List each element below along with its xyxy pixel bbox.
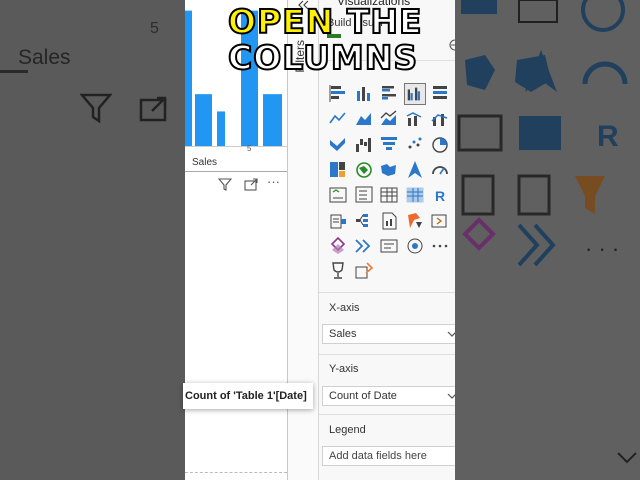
power-apps-icon[interactable]: [404, 210, 426, 232]
x-axis-field-value: Sales: [329, 328, 357, 340]
chevron-down-icon[interactable]: [447, 392, 455, 400]
legend-placeholder: Add data fields here: [329, 450, 427, 462]
stacked-bar-chart-icon[interactable]: [327, 83, 349, 105]
filled-map-icon[interactable]: [378, 159, 400, 181]
background-left: 5 Sales: [0, 0, 185, 480]
ribbon-chart-icon[interactable]: [327, 134, 349, 156]
more-options-icon[interactable]: ···: [267, 174, 280, 189]
focus-mode-icon[interactable]: [244, 178, 259, 191]
caption-line2: COLUMNS: [227, 38, 419, 77]
x-axis-field[interactable]: Sales: [322, 324, 455, 344]
stacked-column-chart-icon[interactable]: [353, 83, 375, 105]
svg-text:· · ·: · · ·: [585, 236, 619, 261]
treemap-icon[interactable]: [327, 159, 349, 181]
x-axis-label: X-axis: [329, 302, 360, 314]
paginated-report-icon[interactable]: [378, 210, 400, 232]
bg-underline: [0, 70, 28, 73]
kpi-icon[interactable]: [327, 184, 349, 206]
svg-text:R: R: [597, 120, 619, 153]
bg-chevron-down-icon: [617, 452, 637, 464]
clustered-column-chart-icon[interactable]: [403, 83, 426, 105]
stacked-area-chart-icon[interactable]: [378, 108, 400, 130]
bg-sales-label: Sales: [18, 46, 71, 69]
caption-line1: THE: [334, 2, 423, 41]
azure-map-icon[interactable]: [404, 159, 426, 181]
canvas-dashed-border: [185, 472, 287, 473]
section-divider: [319, 414, 455, 415]
y-axis-field-value: Count of Date: [329, 390, 397, 402]
clustered-bar-chart-icon[interactable]: [378, 83, 400, 105]
chart-bar[interactable]: [217, 111, 225, 146]
chevron-down-icon[interactable]: [447, 330, 455, 338]
r-visual-icon[interactable]: R: [429, 184, 451, 206]
smart-narrative-icon[interactable]: [327, 210, 349, 232]
matrix-icon[interactable]: [404, 184, 426, 206]
x-axis-tick: 5: [247, 144, 252, 153]
caption-highlight: OPEN: [227, 2, 335, 41]
qa-icon[interactable]: [353, 235, 375, 257]
more-visuals-icon[interactable]: [429, 235, 451, 257]
video-caption: OPEN THE COLUMNS: [227, 2, 423, 77]
y-axis-field[interactable]: Count of Date: [322, 386, 455, 406]
visual-bottom-border: [185, 171, 287, 172]
line-clustered-column-chart-icon[interactable]: [429, 108, 451, 130]
background-right: R · · ·: [455, 0, 640, 480]
fields-divider: [319, 292, 455, 293]
waterfall-chart-icon[interactable]: [353, 134, 375, 156]
funnel-chart-icon[interactable]: [378, 134, 400, 156]
trophy-icon[interactable]: [327, 260, 349, 282]
100-stacked-bar-chart-icon[interactable]: [429, 83, 451, 105]
svg-text:R: R: [435, 188, 445, 204]
legend-label: Legend: [329, 424, 366, 436]
drag-tooltip: Count of 'Table 1'[Date]: [183, 383, 313, 409]
chart-bar[interactable]: [263, 94, 282, 146]
chart-baseline: [185, 146, 287, 147]
chart-bar[interactable]: [195, 94, 212, 146]
bg-focus-icon: [139, 96, 167, 122]
filter-icon[interactable]: [218, 178, 232, 191]
map-icon[interactable]: [353, 159, 375, 181]
key-influencers-icon[interactable]: [327, 235, 349, 257]
narrative-icon[interactable]: [378, 235, 400, 257]
format-visual-icon[interactable]: [448, 38, 455, 52]
table-icon[interactable]: [378, 184, 400, 206]
power-automate-icon[interactable]: [429, 210, 451, 232]
gauge-icon[interactable]: [429, 159, 451, 181]
decomposition-tree-icon[interactable]: [353, 210, 375, 232]
pie-chart-icon[interactable]: [429, 134, 451, 156]
bg-axis-tick: 5: [150, 20, 159, 37]
goals-icon[interactable]: [404, 235, 426, 257]
y-axis-label: Y-axis: [329, 363, 359, 375]
x-axis-title: Sales: [192, 157, 218, 168]
bg-visual-icons: R · · ·: [457, 0, 628, 267]
area-chart-icon[interactable]: [353, 108, 375, 130]
legend-field[interactable]: Add data fields here: [322, 446, 455, 466]
bg-filter-icon: [80, 93, 112, 124]
section-divider: [319, 354, 455, 355]
scatter-chart-icon[interactable]: [404, 134, 426, 156]
slicer-icon[interactable]: [353, 184, 375, 206]
chart-bar[interactable]: [185, 10, 192, 147]
line-stacked-column-chart-icon[interactable]: [404, 108, 426, 130]
custom-visual-icon[interactable]: [353, 260, 375, 282]
line-chart-icon[interactable]: [327, 108, 349, 130]
